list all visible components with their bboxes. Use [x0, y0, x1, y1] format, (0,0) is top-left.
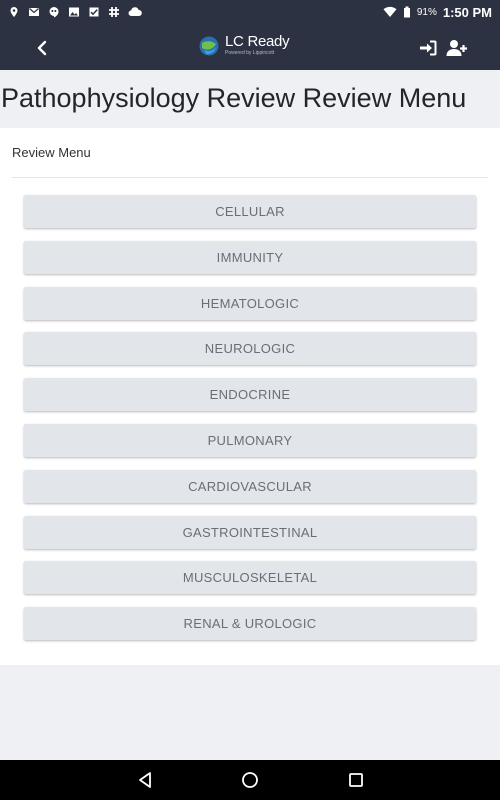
- app-bar: LC Ready Powered by Lippincott: [0, 24, 500, 70]
- menu-item-musculoskeletal[interactable]: MUSCULOSKELETAL: [24, 561, 476, 595]
- status-time: 1:50 PM: [442, 4, 492, 20]
- globe-logo-icon: [199, 36, 219, 55]
- nav-recents-button[interactable]: [344, 768, 368, 792]
- system-nav-bar: [0, 760, 500, 800]
- sign-in-button[interactable]: [417, 37, 439, 59]
- add-user-button[interactable]: [446, 37, 468, 59]
- menu-item-pulmonary[interactable]: PULMONARY: [24, 423, 476, 457]
- logo-name: LC Ready: [225, 33, 290, 50]
- menu-item-cardiovascular[interactable]: CARDIOVASCULAR: [24, 469, 476, 503]
- add-user-icon: [446, 40, 467, 56]
- nav-home-button[interactable]: [238, 768, 262, 792]
- gmail-icon: [29, 8, 39, 16]
- menu-item-renal-urologic[interactable]: RENAL & UROLOGIC: [24, 607, 476, 641]
- back-button[interactable]: [30, 36, 54, 60]
- page-title: Pathophysiology Review Review Menu: [1, 83, 467, 113]
- menu-item-hematologic[interactable]: HEMATOLOGIC: [24, 286, 476, 320]
- image-icon: [69, 7, 79, 17]
- wifi-icon: [383, 6, 397, 17]
- menu-item-immunity[interactable]: IMMUNITY: [24, 240, 476, 274]
- location-icon: [10, 7, 18, 17]
- menu-item-neurologic[interactable]: NEUROLOGIC: [24, 332, 476, 366]
- status-bar: 91% 1:50 PM: [0, 0, 500, 24]
- menu-item-gastrointestinal[interactable]: GASTROINTESTINAL: [24, 515, 476, 549]
- checkbox-icon: [89, 7, 99, 17]
- menu-item-cellular[interactable]: CELLULAR: [24, 195, 476, 228]
- triangle-back-icon: [139, 772, 151, 788]
- battery-percent: 91%: [416, 6, 437, 18]
- square-recents-icon: [349, 773, 363, 787]
- hangouts-icon: [49, 7, 59, 18]
- review-menu-card: Review Menu CELLULAR IMMUNITY HEMATOLOGI…: [0, 128, 500, 665]
- system-status: 91% 1:50 PM: [383, 5, 492, 20]
- divider: [12, 177, 488, 178]
- menu-list: CELLULAR IMMUNITY HEMATOLOGIC NEUROLOGIC…: [24, 195, 476, 653]
- sign-in-icon: [420, 40, 437, 56]
- menu-item-endocrine[interactable]: ENDOCRINE: [24, 378, 476, 412]
- circle-home-icon: [242, 772, 258, 788]
- nav-back-button[interactable]: [133, 768, 157, 792]
- logo-subtitle: Powered by Lippincott: [225, 50, 275, 56]
- review-menu-header: Review Menu: [12, 145, 91, 160]
- slack-icon: [109, 7, 119, 17]
- cloud-icon: [128, 7, 142, 17]
- battery-icon: [403, 6, 410, 18]
- notification-icons: [8, 6, 142, 18]
- app-logo: LC Ready Powered by Lippincott: [198, 33, 290, 57]
- chevron-left-icon: [37, 40, 47, 56]
